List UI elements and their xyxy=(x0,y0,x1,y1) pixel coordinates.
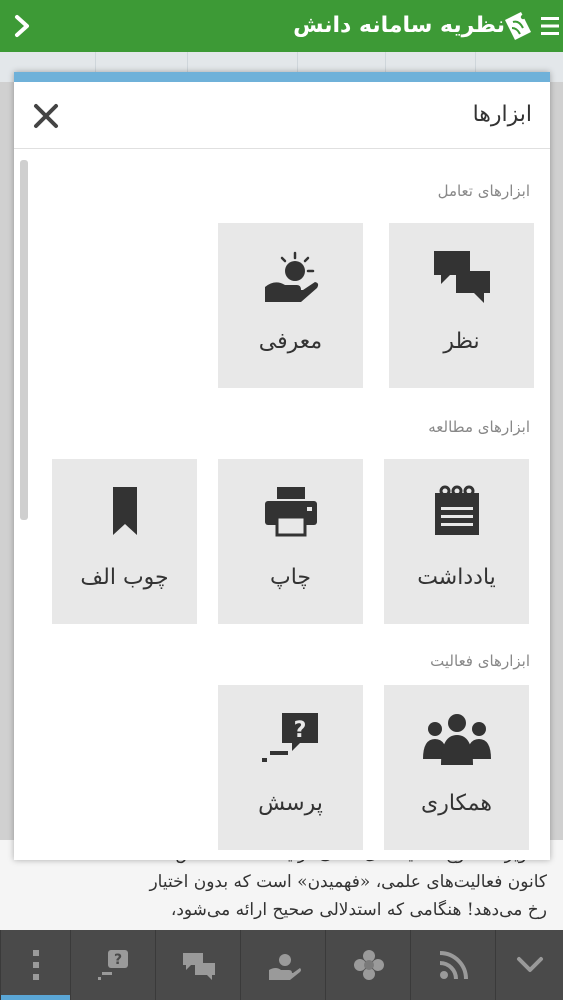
tool-tile-comment[interactable]: نظر xyxy=(389,223,534,388)
tool-tile-collaboration[interactable]: همکاری xyxy=(384,685,529,850)
recommend-button[interactable] xyxy=(240,930,326,1000)
flower-button[interactable] xyxy=(325,930,411,1000)
bookmark-icon xyxy=(112,487,137,535)
active-indicator xyxy=(1,995,71,1000)
tool-tile-print[interactable]: چاپ xyxy=(218,459,363,624)
comments-icon xyxy=(182,953,215,980)
rss-button[interactable] xyxy=(410,930,496,1000)
svg-text:?: ? xyxy=(113,952,121,968)
chevron-down-icon xyxy=(517,957,543,972)
comments-icon xyxy=(433,251,490,303)
notepad-icon xyxy=(434,485,479,535)
hamburger-icon[interactable] xyxy=(541,14,559,38)
page-title: نظریه سامانه دانش xyxy=(293,13,505,38)
tool-tile-note[interactable]: یادداشت xyxy=(384,459,529,624)
bottom-toolbar: ? xyxy=(0,930,563,1000)
question-icon: ? xyxy=(97,950,128,980)
tool-tile-recommend[interactable]: معرفی xyxy=(218,223,363,388)
app-logo-icon xyxy=(505,12,531,40)
tool-label: همکاری xyxy=(420,791,493,816)
article-line: رخ می‌دهد! هنگامی که استدلالی صحیح ارائه… xyxy=(170,900,547,920)
tool-label: یادداشت xyxy=(417,565,496,590)
tool-label: چوب الف xyxy=(80,565,169,590)
scrollbar[interactable] xyxy=(20,160,28,840)
article-line: کانون فعالیت‌های علمی، «فهمیدن» است که ب… xyxy=(149,872,547,892)
close-icon[interactable] xyxy=(32,102,60,130)
tool-label: نظر xyxy=(443,329,480,354)
section-heading: ابزارهای مطالعه xyxy=(428,418,530,436)
comments-button[interactable] xyxy=(155,930,241,1000)
collapse-button[interactable] xyxy=(495,930,563,1000)
group-icon xyxy=(422,714,491,765)
tools-dialog: ابزارها ابزارهای تعامل نظر معرفی ابزارها… xyxy=(14,72,550,860)
question-bubble-icon: ? xyxy=(261,713,318,762)
app-header: نظریه سامانه دانش xyxy=(0,0,563,52)
printer-icon xyxy=(264,487,317,537)
more-vertical-icon xyxy=(33,950,39,980)
recommend-hand-icon xyxy=(268,954,301,980)
tool-label: معرفی xyxy=(258,329,323,354)
scrollbar-thumb[interactable] xyxy=(20,160,28,520)
section-heading: ابزارهای فعالیت xyxy=(430,652,530,670)
section-heading: ابزارهای تعامل xyxy=(437,182,530,200)
dialog-title: ابزارها xyxy=(472,102,532,127)
tool-label: چاپ xyxy=(269,565,311,590)
rss-icon xyxy=(439,951,468,980)
question-button[interactable]: ? xyxy=(70,930,156,1000)
more-button[interactable] xyxy=(0,930,71,1000)
flower-icon xyxy=(353,950,384,980)
tool-tile-question[interactable]: ? پرسش xyxy=(218,685,363,850)
recommend-hand-icon xyxy=(264,251,318,302)
tool-label: پرسش xyxy=(258,791,323,816)
chevron-right-icon[interactable] xyxy=(8,10,36,42)
dialog-header: ابزارها xyxy=(14,82,550,149)
svg-text:?: ? xyxy=(293,718,306,743)
tool-tile-bookmark[interactable]: چوب الف xyxy=(52,459,197,624)
